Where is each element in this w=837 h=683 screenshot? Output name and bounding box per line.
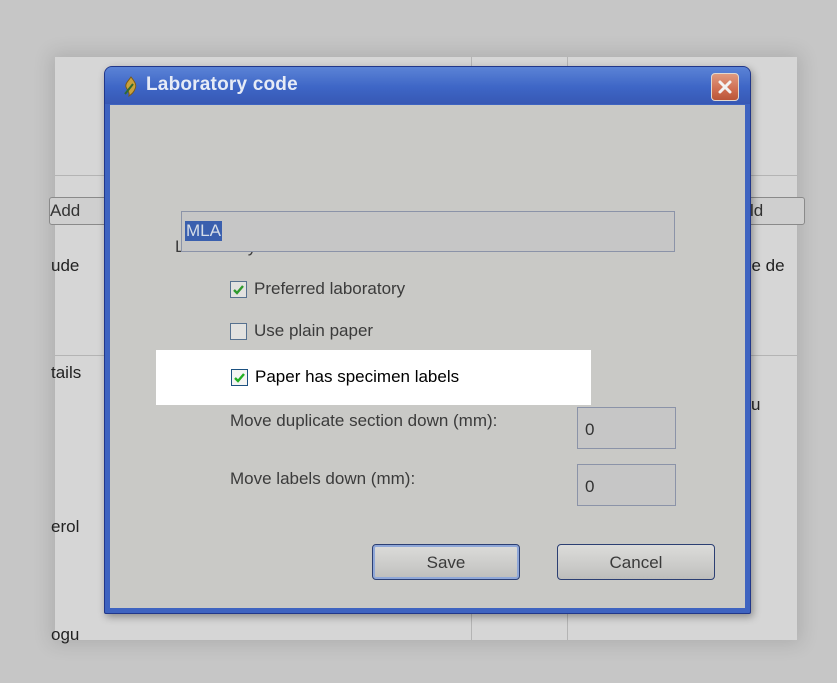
specimen-labels-highlight: Paper has specimen labels [156,350,591,405]
preferred-laboratory-label: Preferred laboratory [254,279,406,298]
move-labels-value: 0 [585,477,595,496]
right-marker-text: u [751,395,761,414]
bottom-text: ogu [51,625,80,644]
close-button[interactable] [711,73,739,101]
cancel-button[interactable]: Cancel [557,544,715,580]
flame-app-icon [121,76,141,98]
save-button[interactable]: Save [372,544,520,580]
move-labels-label: Move labels down (mm): [230,469,416,488]
checkbox-box[interactable] [230,281,247,298]
add-button-left[interactable]: Add [49,197,107,225]
checkbox-box[interactable] [231,369,248,386]
move-duplicate-label: Move duplicate section down (mm): [230,411,498,430]
use-plain-paper-label: Use plain paper [254,321,374,340]
details-tab[interactable]: tails [51,363,81,383]
paper-has-specimen-labels-label: Paper has specimen labels [255,367,460,386]
checkbox-box[interactable] [230,323,247,340]
add-button-right[interactable]: ld [743,197,805,225]
close-x-icon [718,80,732,94]
include-text-left: ude [51,256,80,275]
cholesterol-text: erol [51,517,80,536]
dialog-title: Laboratory code [146,74,298,95]
laboratory-code-value: MLA [185,221,222,241]
checkmark-icon [234,373,245,383]
move-labels-field[interactable]: 0 [577,464,676,506]
move-duplicate-value: 0 [585,420,595,439]
checkmark-icon [233,285,244,295]
move-duplicate-field[interactable]: 0 [577,407,676,449]
laboratory-code-field[interactable]: MLA [181,211,675,252]
dialog-titlebar[interactable]: Laboratory code [105,67,750,104]
laboratory-code-dialog: Laboratory code Laboratory code: MLA Pre… [104,66,751,614]
